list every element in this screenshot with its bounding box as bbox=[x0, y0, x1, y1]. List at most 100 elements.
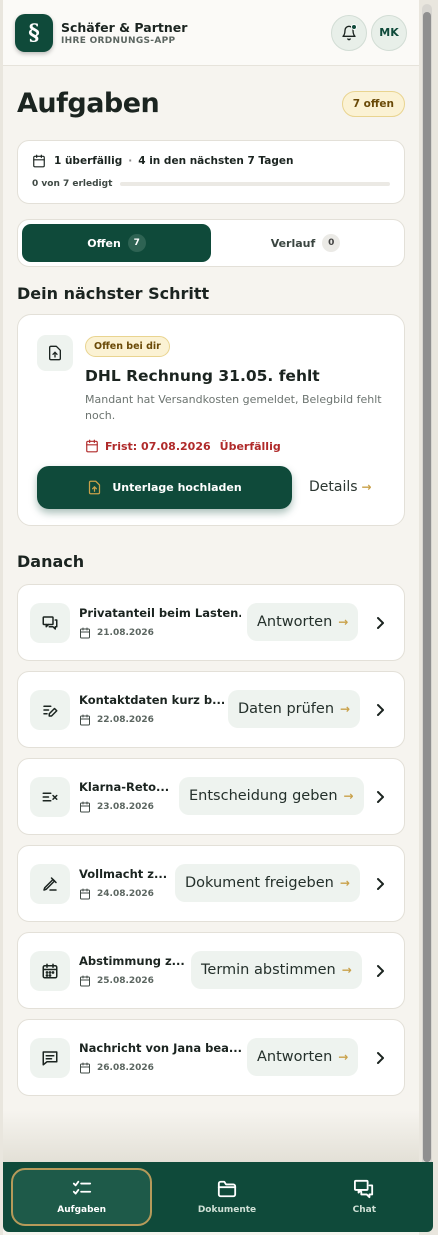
chevron-button[interactable] bbox=[374, 702, 386, 721]
app-header: § Schäfer & Partner IHRE ORDNUNGS-APP MK bbox=[3, 0, 419, 66]
nav-label: Dokumente bbox=[197, 1205, 257, 1215]
task-action-button[interactable]: Antworten → bbox=[247, 603, 359, 641]
calendar-icon bbox=[80, 627, 90, 639]
task-date: 24.08.2026 bbox=[79, 888, 154, 900]
task-title: Nachricht von Jana bea... bbox=[79, 1041, 241, 1055]
summary-card: 1 überfällig · 4 in den nächsten 7 Tagen… bbox=[17, 140, 405, 204]
task-action-label: Termin abstimmen bbox=[201, 962, 336, 978]
deadline-date: Frist: 07.08.2026 bbox=[105, 439, 211, 453]
nav-chat[interactable]: Chat bbox=[296, 1162, 433, 1232]
summary-line: 1 überfällig · 4 in den nächsten 7 Tagen bbox=[32, 154, 390, 168]
chevron-right-icon bbox=[377, 791, 384, 803]
task-action-button[interactable]: Entscheidung geben → bbox=[179, 777, 364, 815]
tasks-icon bbox=[72, 1180, 91, 1195]
task-item[interactable]: Klarna-Reto... 23.08.2026 Entscheidung geb… bbox=[17, 758, 405, 835]
chat-icon bbox=[354, 1179, 374, 1199]
arrow-right-icon: → bbox=[341, 963, 352, 977]
task-item[interactable]: Vollmacht z... 24.08.2026 Dokument freigeb… bbox=[17, 845, 405, 922]
arrow-right-icon: → bbox=[339, 876, 350, 890]
task-date-value: 21.08.2026 bbox=[97, 628, 154, 638]
edit-icon bbox=[30, 690, 70, 730]
task-title: Privatanteil beim Lasten... bbox=[79, 606, 241, 620]
decision-icon bbox=[30, 777, 70, 817]
next-step-title: DHL Rechnung 31.05. fehlt bbox=[85, 367, 320, 385]
details-label: Details bbox=[309, 479, 358, 495]
details-link[interactable]: Details → bbox=[309, 479, 372, 495]
calendar-icon bbox=[80, 888, 90, 900]
task-date-value: 22.08.2026 bbox=[97, 715, 154, 725]
chevron-right-icon bbox=[377, 617, 384, 629]
task-date: 23.08.2026 bbox=[79, 801, 154, 813]
arrow-right-icon: → bbox=[343, 789, 354, 803]
page-title: Aufgaben bbox=[17, 88, 160, 119]
open-count-badge: 7 offen bbox=[341, 90, 405, 117]
calendar-icon bbox=[33, 154, 45, 168]
chat-icon bbox=[30, 603, 70, 643]
task-date: 21.08.2026 bbox=[79, 627, 154, 639]
overdue-label: Überfällig bbox=[219, 439, 281, 453]
nav-label: Chat bbox=[352, 1205, 377, 1215]
task-title: Klarna-Reto... bbox=[79, 780, 170, 794]
avatar[interactable]: MK bbox=[371, 14, 407, 51]
tab-label: Offen bbox=[87, 236, 121, 250]
scrollbar[interactable] bbox=[422, 4, 432, 1229]
task-date-value: 23.08.2026 bbox=[97, 802, 154, 812]
sign-icon bbox=[30, 864, 70, 904]
deadline: Frist: 07.08.2026 Überfällig bbox=[85, 439, 281, 453]
upload-button-label: Unterlage hochladen bbox=[112, 481, 242, 494]
nav-dokumente[interactable]: Dokumente bbox=[158, 1162, 295, 1232]
next-step-card[interactable]: Offen bei dir DHL Rechnung 31.05. fehlt … bbox=[17, 314, 405, 526]
chevron-button[interactable] bbox=[374, 876, 386, 895]
scrollbar-thumb[interactable] bbox=[423, 12, 431, 1162]
brand-name: Schäfer & Partner bbox=[61, 19, 188, 35]
chevron-button[interactable] bbox=[374, 963, 386, 982]
calendar-grid-icon bbox=[30, 951, 70, 991]
task-action-button[interactable]: Daten prüfen → bbox=[228, 690, 361, 728]
task-item[interactable]: Nachricht von Jana bea... 26.08.2026 Antwo… bbox=[17, 1019, 405, 1096]
calendar-icon bbox=[80, 714, 90, 726]
upload-document-button[interactable]: Unterlage hochladen bbox=[37, 466, 292, 509]
tab-verlauf[interactable]: Verlauf 0 bbox=[211, 224, 400, 262]
scroll-fade bbox=[3, 1110, 419, 1162]
task-action-label: Daten prüfen bbox=[238, 701, 335, 717]
task-item[interactable]: Abstimmung z... 25.08.2026 Termin abstimme… bbox=[17, 932, 405, 1009]
nav-aufgaben[interactable]: Aufgaben bbox=[11, 1168, 153, 1226]
brand: Schäfer & Partner IHRE ORDNUNGS-APP bbox=[61, 20, 187, 46]
task-date: 22.08.2026 bbox=[79, 714, 154, 726]
chevron-button[interactable] bbox=[374, 1050, 386, 1069]
calendar-icon bbox=[80, 801, 90, 813]
task-title: Vollmacht z... bbox=[79, 867, 167, 881]
task-action-label: Antworten bbox=[257, 1049, 333, 1065]
upcoming-count: 4 in den nächsten 7 Tagen bbox=[138, 155, 294, 167]
folder-icon bbox=[217, 1180, 237, 1198]
overdue-count: 1 überfällig bbox=[54, 155, 123, 167]
progress-bar bbox=[120, 182, 390, 186]
notification-dot bbox=[351, 23, 357, 30]
chevron-button[interactable] bbox=[374, 615, 386, 634]
later-heading: Danach bbox=[17, 552, 85, 571]
task-date-value: 25.08.2026 bbox=[97, 976, 154, 986]
summary-progress-row: 0 von 7 erledigt bbox=[32, 179, 390, 189]
arrow-right-icon: → bbox=[361, 480, 372, 494]
task-title: Kontaktdaten kurz b... bbox=[79, 693, 224, 707]
task-date-value: 26.08.2026 bbox=[97, 1063, 154, 1073]
task-title: Abstimmung z... bbox=[79, 954, 184, 968]
notifications-button[interactable] bbox=[331, 14, 367, 51]
bottom-navigation: Aufgaben Dokumente Chat bbox=[3, 1162, 433, 1232]
task-action-button[interactable]: Dokument freigeben → bbox=[175, 864, 360, 902]
task-action-button[interactable]: Antworten → bbox=[247, 1038, 359, 1076]
chevron-button[interactable] bbox=[374, 789, 386, 808]
task-item[interactable]: Kontaktdaten kurz b... 22.08.2026 Daten pr… bbox=[17, 671, 405, 748]
arrow-right-icon: → bbox=[338, 1050, 349, 1064]
task-action-button[interactable]: Termin abstimmen → bbox=[191, 951, 362, 989]
chevron-right-icon bbox=[377, 704, 384, 716]
next-step-heading: Dein nächster Schritt bbox=[17, 284, 210, 303]
task-item[interactable]: Privatanteil beim Lasten... 21.08.2026 Ant… bbox=[17, 584, 405, 661]
nav-label: Aufgaben bbox=[57, 1205, 107, 1215]
tab-offen[interactable]: Offen 7 bbox=[22, 224, 211, 262]
task-date: 25.08.2026 bbox=[79, 975, 154, 987]
arrow-right-icon: → bbox=[338, 615, 349, 629]
task-action-label: Dokument freigeben bbox=[185, 875, 334, 891]
task-action-label: Entscheidung geben bbox=[189, 788, 338, 804]
arrow-right-icon: → bbox=[340, 702, 351, 716]
